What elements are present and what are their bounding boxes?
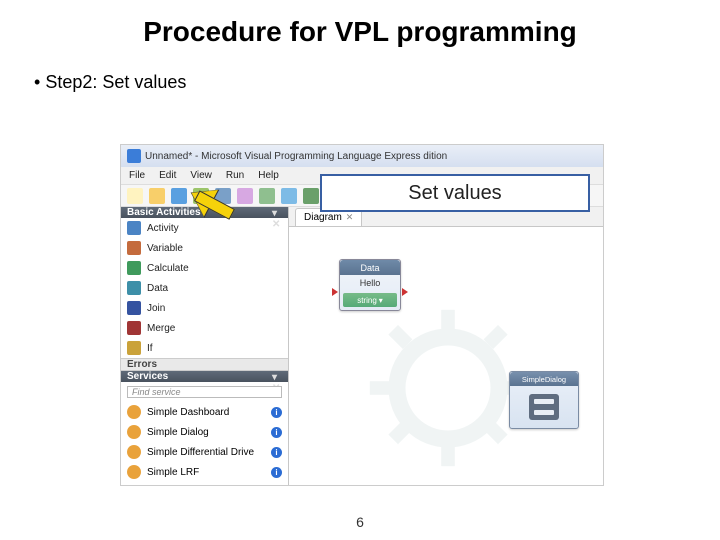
output-pin-icon[interactable] bbox=[402, 288, 408, 296]
data-block-title: Data bbox=[340, 260, 400, 275]
data-icon bbox=[127, 281, 141, 295]
data-block-type-dropdown[interactable]: string▾ bbox=[343, 293, 397, 307]
info-icon[interactable]: i bbox=[271, 407, 282, 418]
activity-data[interactable]: Data bbox=[121, 278, 288, 298]
activity-merge[interactable]: Merge bbox=[121, 318, 288, 338]
tab-label: Diagram bbox=[304, 212, 342, 223]
services-list: Simple DashboardiSimple DialogiSimple Di… bbox=[121, 402, 288, 486]
toolbar-button-7[interactable] bbox=[281, 188, 297, 204]
menu-run[interactable]: Run bbox=[226, 170, 244, 181]
basic-activities-list: Activity Variable Calculate Data Join Merge If bbox=[121, 218, 288, 358]
toolbar-button-8[interactable] bbox=[303, 188, 319, 204]
service-block-title: SimpleDialog bbox=[510, 372, 578, 386]
find-service-input[interactable]: Find service bbox=[127, 386, 282, 398]
close-icon[interactable]: ✕ bbox=[346, 212, 354, 223]
service-label: Simple Differential Drive bbox=[147, 447, 254, 458]
input-pin-icon[interactable] bbox=[332, 288, 338, 296]
gear-icon bbox=[127, 425, 141, 439]
diagram-canvas[interactable]: Diagram ✕ Data Hello string▾ SimpleDialo… bbox=[289, 207, 603, 485]
step-bullet: Step2: Set values bbox=[0, 48, 720, 93]
services-header[interactable]: Services ▾ ✕ bbox=[121, 371, 288, 382]
watermark-gear-icon bbox=[363, 303, 533, 473]
info-icon[interactable]: i bbox=[271, 427, 282, 438]
chevron-down-icon: ▾ bbox=[379, 296, 383, 305]
panel-controls[interactable]: ▾ ✕ bbox=[272, 208, 282, 218]
activity-calculate[interactable]: Calculate bbox=[121, 258, 288, 278]
activity-label: If bbox=[147, 343, 153, 354]
window-title: Unnamed* - Microsoft Visual Programming … bbox=[145, 151, 447, 162]
variable-icon bbox=[127, 241, 141, 255]
gear-icon bbox=[127, 445, 141, 459]
panel-title: Services bbox=[127, 371, 168, 382]
dialog-icon bbox=[529, 394, 559, 420]
calculate-icon bbox=[127, 261, 141, 275]
activity-label: Join bbox=[147, 303, 165, 314]
activity-variable[interactable]: Variable bbox=[121, 238, 288, 258]
info-icon[interactable]: i bbox=[271, 467, 282, 478]
menu-help[interactable]: Help bbox=[258, 170, 279, 181]
activity-label: Calculate bbox=[147, 263, 189, 274]
menu-edit[interactable]: Edit bbox=[159, 170, 176, 181]
service-simple-differential-drive[interactable]: Simple Differential Drive i bbox=[121, 442, 288, 462]
activity-if[interactable]: If bbox=[121, 338, 288, 358]
page-number: 6 bbox=[0, 514, 720, 530]
merge-icon bbox=[127, 321, 141, 335]
app-icon bbox=[127, 149, 141, 163]
activity-label: Data bbox=[147, 283, 168, 294]
activity-icon bbox=[127, 221, 141, 235]
activity-label: Merge bbox=[147, 323, 175, 334]
service-label: Simple LRF bbox=[147, 467, 199, 478]
simpledialog-block[interactable]: SimpleDialog bbox=[509, 371, 579, 429]
callout-box: Set values bbox=[320, 174, 590, 212]
service-simple-dashboard[interactable]: Simple Dashboard i bbox=[121, 402, 288, 422]
data-block-value[interactable]: Hello bbox=[340, 275, 400, 291]
gear-icon bbox=[127, 485, 141, 486]
gear-icon bbox=[127, 405, 141, 419]
toolbar-button-0[interactable] bbox=[127, 188, 143, 204]
menu-file[interactable]: File bbox=[129, 170, 145, 181]
data-block[interactable]: Data Hello string▾ bbox=[339, 259, 401, 311]
join-icon bbox=[127, 301, 141, 315]
service-label: Simple Dialog bbox=[147, 427, 209, 438]
service-label: Simple Dashboard bbox=[147, 407, 229, 418]
activity-join[interactable]: Join bbox=[121, 298, 288, 318]
slide-title: Procedure for VPL programming bbox=[0, 0, 720, 48]
service-simple-dialog[interactable]: Simple Dialog i bbox=[121, 422, 288, 442]
gear-icon bbox=[127, 465, 141, 479]
info-icon[interactable]: i bbox=[271, 447, 282, 458]
activity-label: Activity bbox=[147, 223, 179, 234]
activity-label: Variable bbox=[147, 243, 183, 254]
toolbar-button-6[interactable] bbox=[259, 188, 275, 204]
errors-header[interactable]: Errors bbox=[121, 358, 288, 371]
sidebar: Basic Activities ▾ ✕ ActivityVariableCal… bbox=[121, 207, 289, 485]
service-simple-simulated-robot[interactable]: Simple Simulated Roboti bbox=[121, 482, 288, 486]
panel-controls[interactable]: ▾ ✕ bbox=[272, 372, 282, 382]
activity-activity[interactable]: Activity bbox=[121, 218, 288, 238]
title-bar: Unnamed* - Microsoft Visual Programming … bbox=[121, 145, 603, 167]
service-simple-lrf[interactable]: Simple LRF i bbox=[121, 462, 288, 482]
if-icon bbox=[127, 341, 141, 355]
toolbar-button-1[interactable] bbox=[149, 188, 165, 204]
